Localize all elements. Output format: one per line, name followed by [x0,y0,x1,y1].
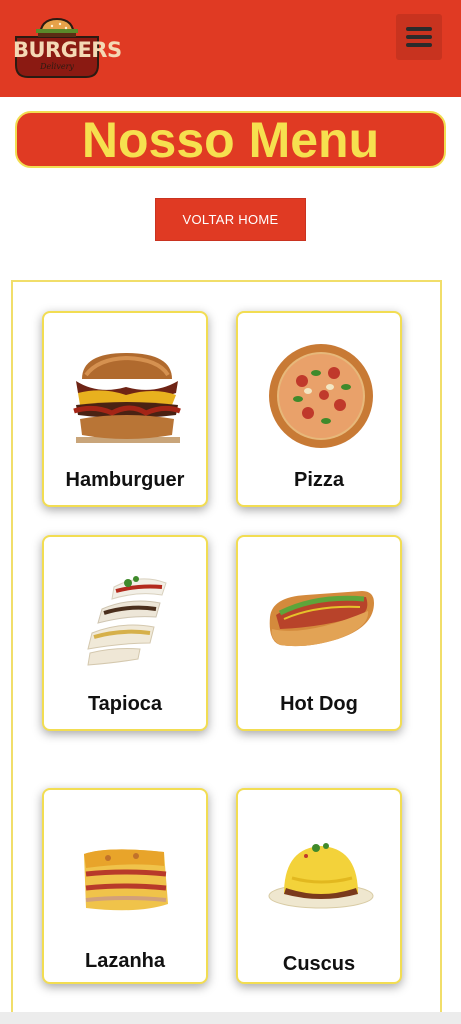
pizza-image [269,344,373,448]
menu-card-label: Cuscus [282,953,356,975]
logo-title: BURGERS [13,38,122,62]
burgers-logo[interactable]: BURGERS Delivery [12,15,122,79]
hamburger-menu-button[interactable] [396,14,442,60]
hamburger-menu-icon-line [406,43,432,47]
hamburger-menu-icon [406,27,432,31]
menu-card-hamburguer[interactable]: Hamburguer [42,311,208,507]
menu-card-hot-dog[interactable]: Hot Dog [236,535,402,731]
lasagna-image [84,849,168,911]
top-navbar: BURGERS Delivery [0,0,461,97]
menu-card-label: Hot Dog [280,693,358,715]
tapioca-image [87,576,167,666]
menu-card-label: Pizza [293,469,345,491]
page-title: Nosso Menu [81,111,380,168]
menu-card-lazanha[interactable]: Lazanha [42,788,208,984]
bottom-scroll-area [0,1012,461,1024]
cuscus-image [268,843,374,909]
hamburger-menu-icon-line [406,35,432,39]
hot-dog-image [269,591,374,647]
back-home-button[interactable]: VOLTAR HOME [155,198,306,241]
hamburger-image [73,353,181,443]
menu-card-label: Tapioca [87,693,163,715]
menu-card-pizza[interactable]: Pizza [236,311,402,507]
menu-card-label: Lazanha [84,950,166,972]
menu-card-label: Hamburguer [65,469,185,491]
menu-card-cuscus[interactable]: Cuscus [236,788,402,984]
page-title-banner: Nosso Menu [15,111,446,168]
logo-subtitle: Delivery [40,62,74,71]
menu-card-tapioca[interactable]: Tapioca [42,535,208,731]
